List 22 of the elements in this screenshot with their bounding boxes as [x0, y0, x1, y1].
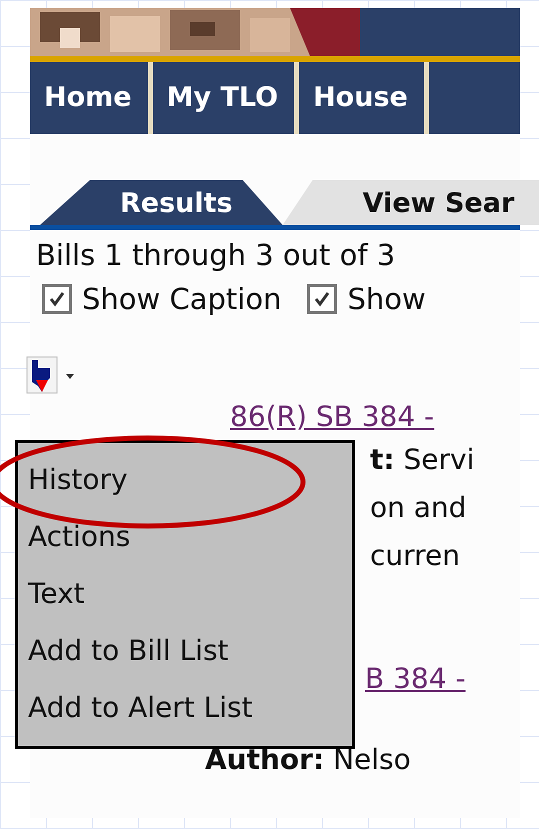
checkbox[interactable] [307, 284, 338, 314]
checkbox-label: Show [347, 282, 426, 316]
checkbox-label: Show Caption [82, 282, 282, 316]
menu-item[interactable]: Actions [28, 508, 352, 565]
nav-link[interactable]: House [299, 62, 429, 134]
bill-text: on and [370, 490, 466, 526]
menu-item[interactable]: History [28, 451, 352, 508]
menu-item[interactable]: Add to Alert List [28, 679, 352, 736]
bill-text: curren [370, 538, 460, 574]
bill-text: t: Servi [370, 442, 474, 478]
menu-item[interactable]: Add to Bill List [28, 622, 352, 679]
bill-link[interactable]: B 384 - [365, 662, 466, 695]
checkbox[interactable] [42, 284, 72, 314]
checkmark-icon [47, 289, 67, 309]
bill-link[interactable]: 86(R) SB 384 - [30, 400, 434, 433]
results-summary: Bills 1 through 3 out of 3 [35, 237, 396, 272]
tab[interactable]: Results [40, 180, 283, 225]
bill-text: Author: Nelso [205, 743, 411, 776]
tab[interactable]: View Sear [282, 180, 539, 225]
nav-link[interactable]: My TLO [152, 62, 300, 134]
nav-link[interactable]: Home [30, 62, 153, 134]
menu-item[interactable]: Text [28, 565, 352, 622]
